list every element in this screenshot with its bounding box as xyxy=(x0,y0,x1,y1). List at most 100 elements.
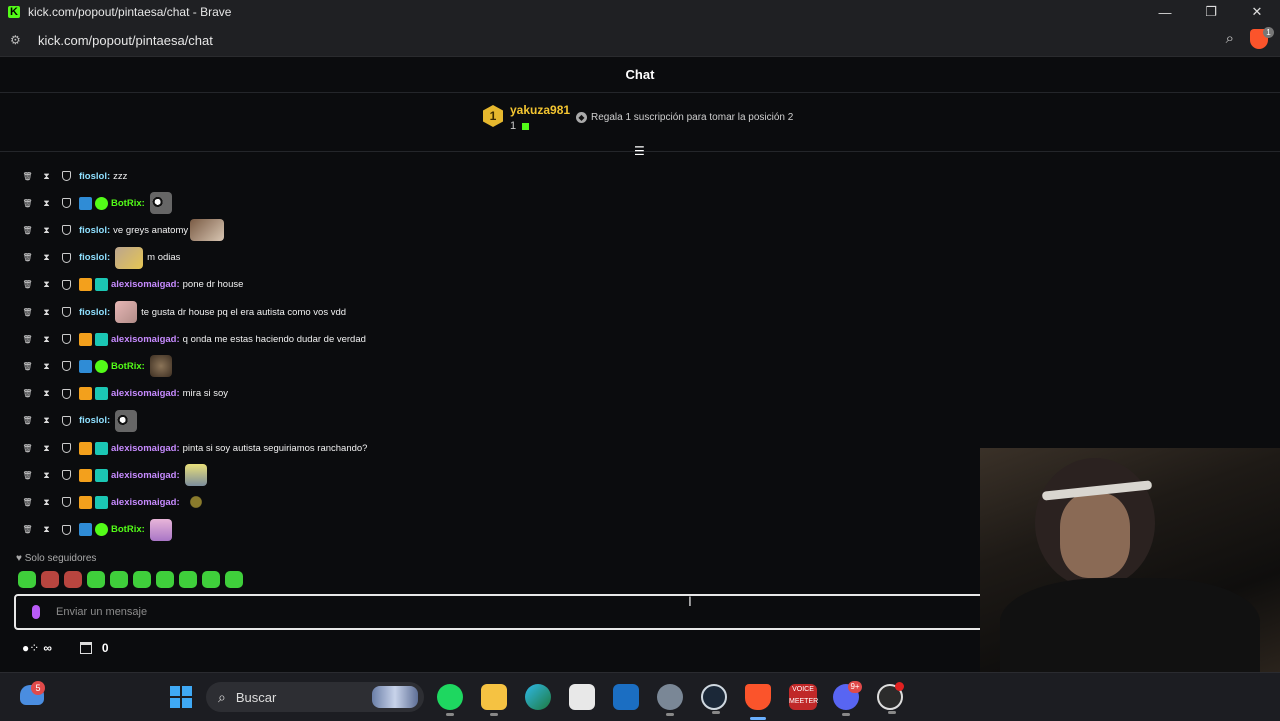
timeout-icon[interactable]: ⧗ xyxy=(37,334,56,345)
timeout-icon[interactable]: ⧗ xyxy=(37,497,56,508)
chat-username[interactable]: fioslol: xyxy=(79,225,110,236)
ban-shield-icon[interactable] xyxy=(62,334,71,345)
delete-icon[interactable]: 🗑 xyxy=(18,416,37,425)
chat-username[interactable]: alexisomaigad: xyxy=(111,470,180,481)
chat-username[interactable]: fioslol: xyxy=(79,252,110,263)
chat-username[interactable]: alexisomaigad: xyxy=(111,279,180,290)
chat-username[interactable]: BotRix: xyxy=(111,361,145,372)
search-icon[interactable]: ⌕ xyxy=(1226,30,1234,47)
minimize-icon[interactable]: — xyxy=(1142,0,1188,24)
chat-username[interactable]: BotRix: xyxy=(111,524,145,535)
chat-username[interactable]: alexisomaigad: xyxy=(111,334,180,345)
timeout-icon[interactable]: ⧗ xyxy=(37,198,56,209)
emote-button[interactable] xyxy=(18,571,36,588)
ban-shield-icon[interactable] xyxy=(62,279,71,290)
ban-shield-icon[interactable] xyxy=(62,307,71,317)
store-icon[interactable] xyxy=(79,642,92,654)
chat-input-box[interactable] xyxy=(14,594,984,630)
chat-username[interactable]: alexisomaigad: xyxy=(111,443,180,454)
chat-username[interactable]: BotRix: xyxy=(111,198,145,209)
restore-icon[interactable]: ❐ xyxy=(1188,0,1234,24)
collapse-filter-icon[interactable]: ☰ xyxy=(634,145,645,157)
bot-badge-icon xyxy=(79,196,92,210)
timeout-icon[interactable]: ⧗ xyxy=(37,225,56,236)
ban-shield-icon[interactable] xyxy=(62,443,71,453)
ban-shield-icon[interactable] xyxy=(62,198,71,209)
leader-username[interactable]: yakuza981 xyxy=(510,103,570,117)
timeout-icon[interactable]: ⧗ xyxy=(37,388,56,399)
edge-icon[interactable] xyxy=(525,684,551,710)
chat-emote-icon xyxy=(190,219,225,242)
ban-shield-icon[interactable] xyxy=(62,361,71,372)
timeout-icon[interactable]: ⧗ xyxy=(37,524,56,535)
outlook-icon[interactable] xyxy=(613,684,639,710)
crown-badge-icon xyxy=(79,441,92,455)
delete-icon[interactable]: 🗑 xyxy=(18,280,37,289)
emote-button[interactable] xyxy=(156,571,174,588)
steam-icon[interactable] xyxy=(701,684,727,714)
delete-icon[interactable]: 🗑 xyxy=(18,362,37,371)
chat-username[interactable]: fioslol: xyxy=(79,171,110,182)
subscriber-badge-icon xyxy=(95,332,108,346)
taskbar-search[interactable]: ⌕ Buscar xyxy=(206,682,424,712)
timeout-icon[interactable]: ⧗ xyxy=(37,361,56,372)
timeout-icon[interactable]: ⧗ xyxy=(37,252,56,263)
timeout-icon[interactable]: ⧗ xyxy=(37,307,56,318)
emote-button[interactable] xyxy=(133,571,151,588)
timeout-icon[interactable]: ⧗ xyxy=(37,443,56,454)
chat-username[interactable]: alexisomaigad: xyxy=(111,388,180,399)
chat-username[interactable]: fioslol: xyxy=(79,415,110,426)
chat-emote-icon xyxy=(149,518,172,541)
emote-button[interactable] xyxy=(202,571,220,588)
delete-icon[interactable]: 🗑 xyxy=(18,335,37,344)
ban-shield-icon[interactable] xyxy=(62,388,71,399)
emote-button[interactable] xyxy=(110,571,128,588)
delete-icon[interactable]: 🗑 xyxy=(18,389,37,398)
start-icon[interactable] xyxy=(170,686,192,708)
site-settings-icon[interactable]: ⚙ xyxy=(10,33,24,47)
close-icon[interactable]: ✕ xyxy=(1234,0,1280,24)
file-explorer-icon[interactable] xyxy=(481,684,507,716)
brave-shields-badge: 1 xyxy=(1263,27,1274,38)
channel-points-icon[interactable]: ●⁘ xyxy=(22,641,39,655)
emote-button[interactable] xyxy=(64,571,82,588)
ban-shield-icon[interactable] xyxy=(62,470,71,481)
mic-icon[interactable] xyxy=(32,605,40,619)
delete-icon[interactable]: 🗑 xyxy=(18,172,37,181)
timeout-icon[interactable]: ⧗ xyxy=(37,415,56,426)
delete-icon[interactable]: 🗑 xyxy=(18,308,37,317)
delete-icon[interactable]: 🗑 xyxy=(18,226,37,235)
ban-shield-icon[interactable] xyxy=(62,252,71,263)
emote-button[interactable] xyxy=(87,571,105,588)
microsoft-store-icon[interactable] xyxy=(569,684,595,710)
discord-badge: 9+ xyxy=(848,681,862,693)
emote-button[interactable] xyxy=(179,571,197,588)
emote-button[interactable] xyxy=(41,571,59,588)
ban-shield-icon[interactable] xyxy=(62,415,71,426)
delete-icon[interactable]: 🗑 xyxy=(18,498,37,507)
timeout-icon[interactable]: ⧗ xyxy=(37,171,56,182)
message-input[interactable] xyxy=(54,605,908,619)
voicemeeter-icon[interactable]: VOICE MEETER xyxy=(789,684,818,710)
brave-browser-icon[interactable] xyxy=(745,684,771,710)
crown-badge-icon xyxy=(79,332,92,346)
ban-shield-icon[interactable] xyxy=(62,225,71,236)
url-field[interactable]: kick.com/popout/pintaesa/chat xyxy=(38,33,213,48)
chat-username[interactable]: alexisomaigad: xyxy=(111,497,180,508)
delete-icon[interactable]: 🗑 xyxy=(18,444,37,453)
delete-icon[interactable]: 🗑 xyxy=(18,525,37,534)
timeout-icon[interactable]: ⧗ xyxy=(37,279,56,290)
ban-shield-icon[interactable] xyxy=(62,497,71,508)
spotify-icon[interactable] xyxy=(437,684,463,716)
delete-icon[interactable]: 🗑 xyxy=(18,253,37,262)
gift-prompt[interactable]: Regala 1 suscripción para tomar la posic… xyxy=(591,112,793,123)
emote-button[interactable] xyxy=(225,571,243,588)
delete-icon[interactable]: 🗑 xyxy=(18,471,37,480)
crown-badge-icon xyxy=(79,468,92,482)
chat-username[interactable]: fioslol: xyxy=(79,307,110,318)
delete-icon[interactable]: 🗑 xyxy=(18,199,37,208)
timeout-icon[interactable]: ⧗ xyxy=(37,470,56,481)
settings-gear-icon[interactable] xyxy=(657,684,683,716)
ban-shield-icon[interactable] xyxy=(62,524,71,535)
ban-shield-icon[interactable] xyxy=(62,171,71,181)
